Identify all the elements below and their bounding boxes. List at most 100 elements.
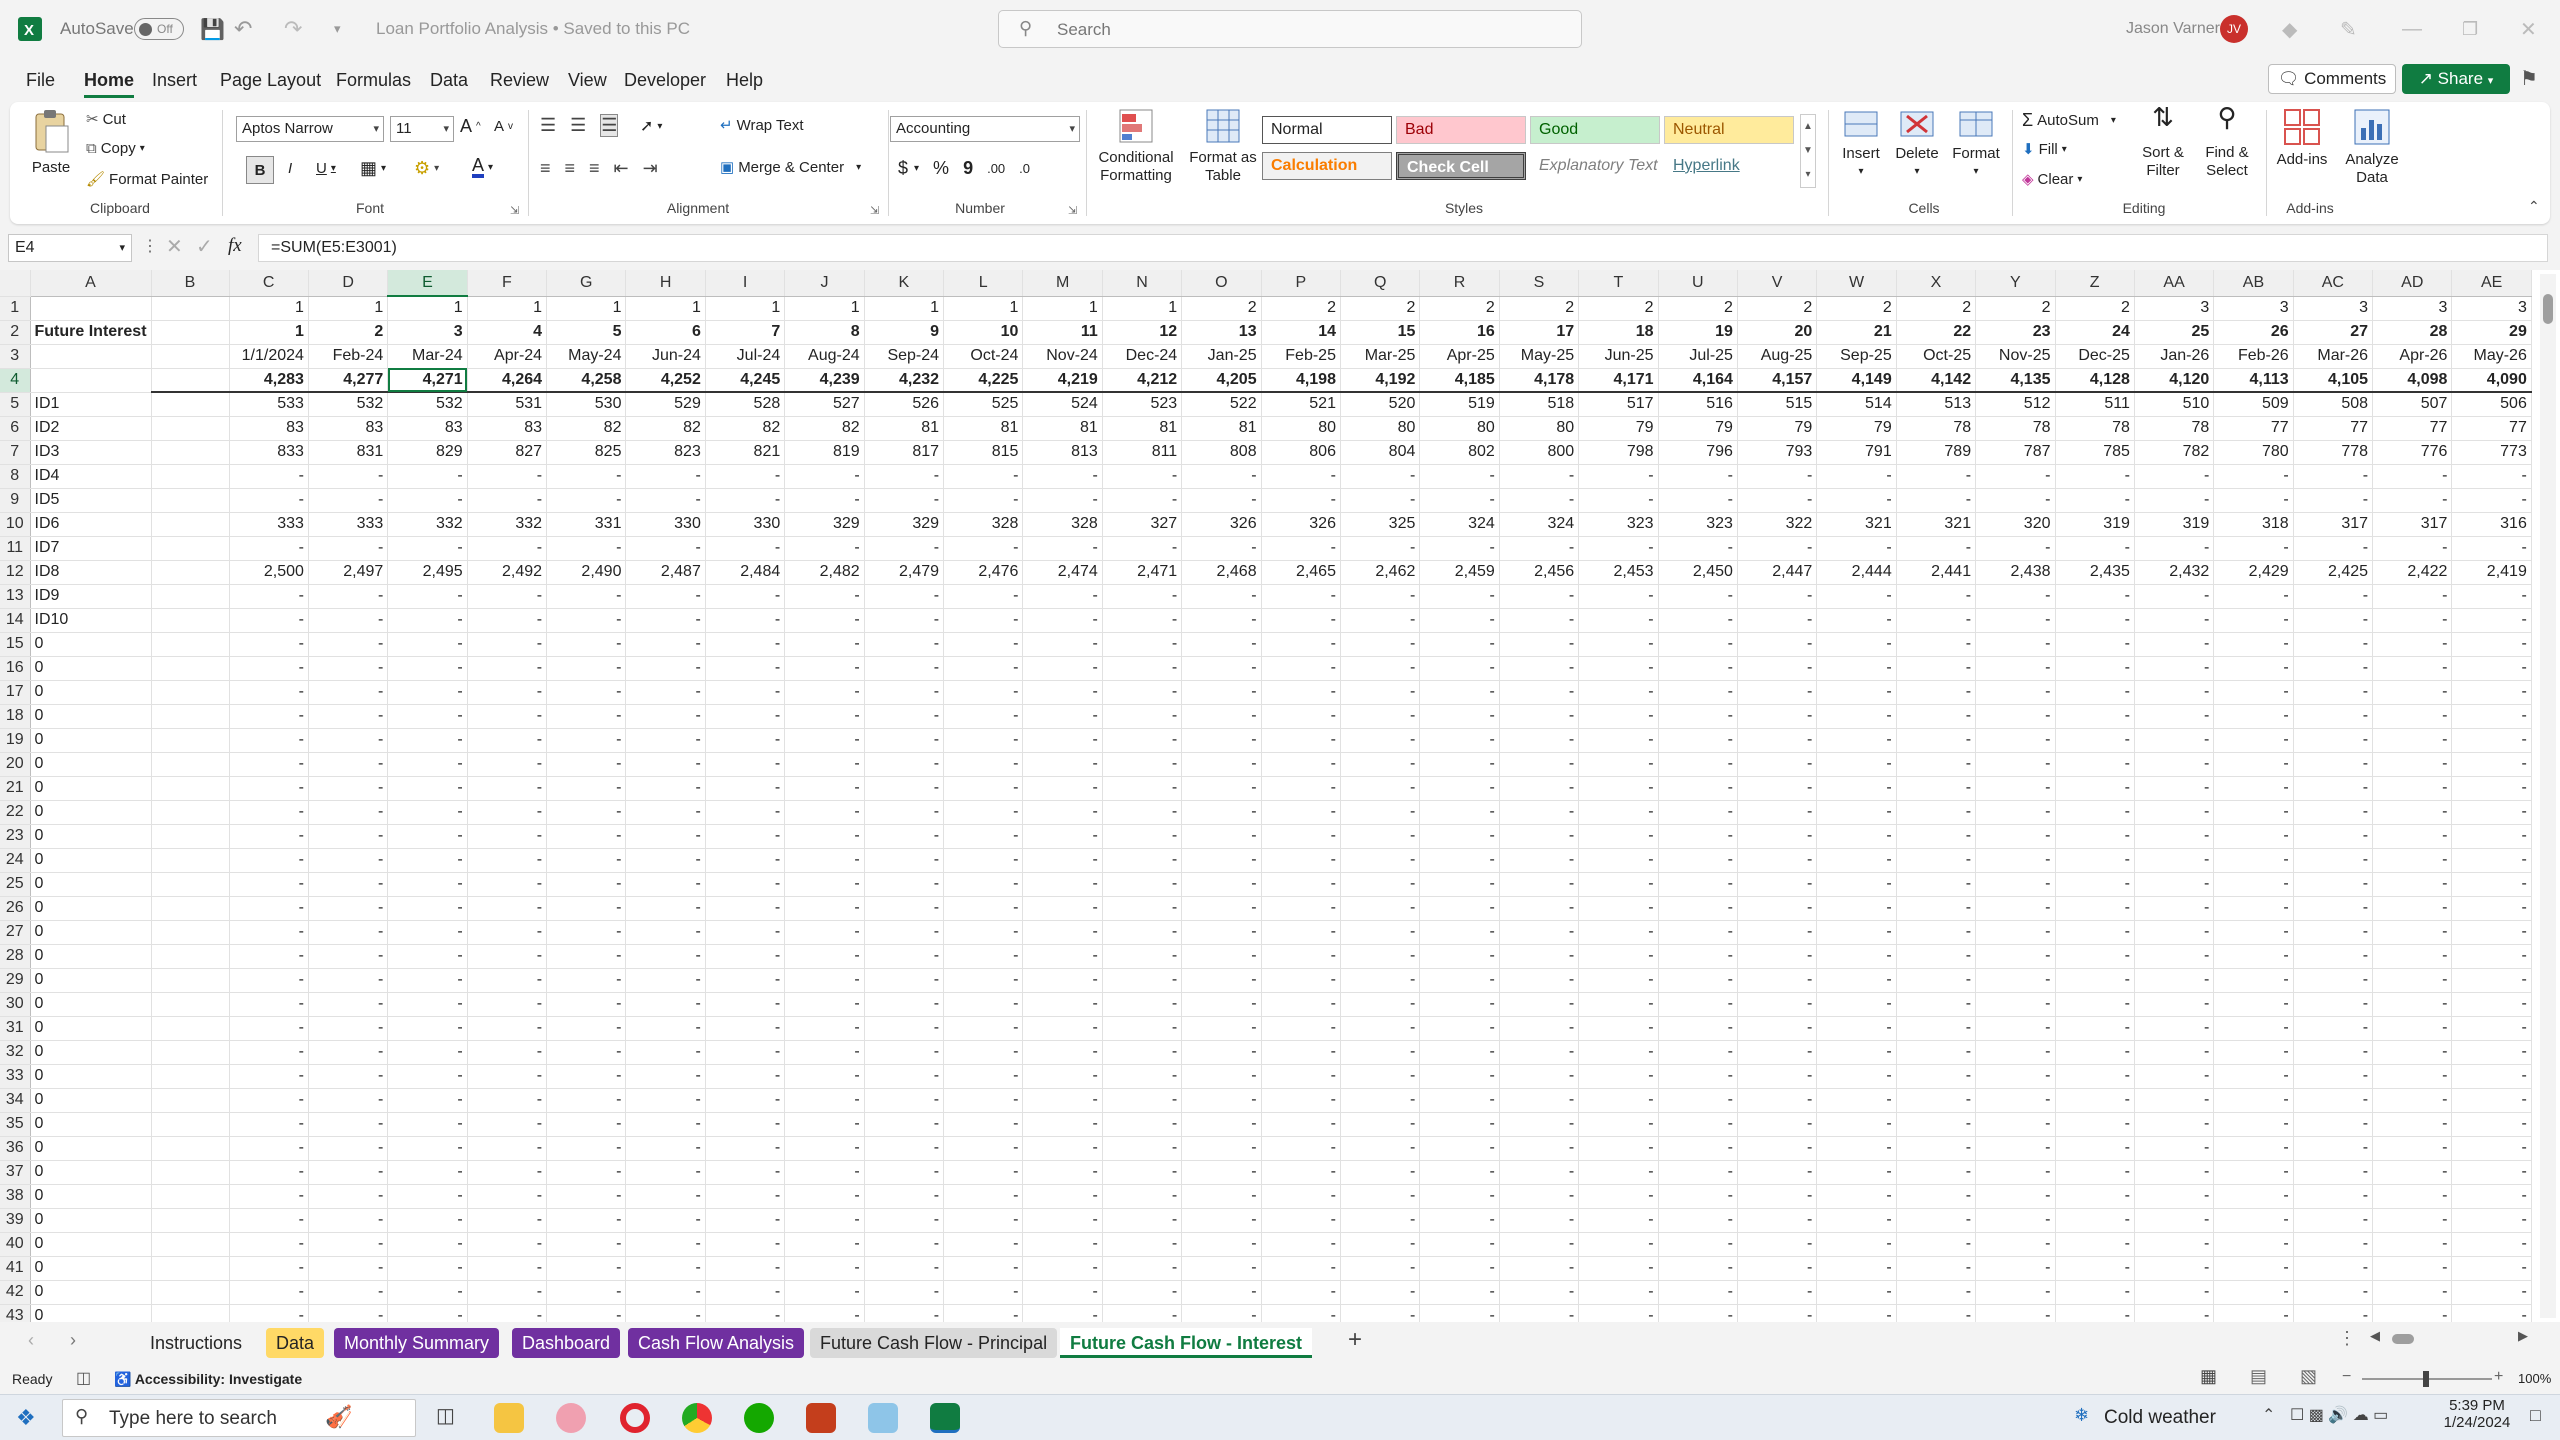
cell[interactable]: 331 bbox=[546, 512, 627, 537]
cell[interactable] bbox=[151, 896, 230, 921]
cell[interactable]: Future Interest bbox=[30, 320, 152, 345]
cell[interactable]: - bbox=[2372, 848, 2453, 873]
align-right-icon[interactable]: ≡ bbox=[589, 158, 600, 179]
cell[interactable]: - bbox=[229, 920, 309, 945]
cell[interactable]: - bbox=[784, 656, 865, 681]
cell[interactable]: - bbox=[467, 752, 548, 777]
cell[interactable]: - bbox=[2213, 992, 2294, 1017]
cell[interactable]: - bbox=[1737, 680, 1818, 705]
add-sheet-button[interactable]: + bbox=[1348, 1326, 1362, 1354]
cell[interactable]: - bbox=[1102, 1064, 1183, 1089]
cell[interactable]: - bbox=[308, 1256, 389, 1281]
cell[interactable]: - bbox=[1658, 464, 1738, 489]
cell[interactable]: - bbox=[1022, 680, 1103, 705]
conditional-formatting-button[interactable]: Conditional Formatting bbox=[1092, 108, 1180, 185]
undo-icon[interactable]: ↶ bbox=[234, 0, 252, 58]
row-header[interactable]: 42 bbox=[0, 1280, 31, 1305]
cell[interactable]: 2 bbox=[1499, 296, 1580, 321]
cell[interactable]: - bbox=[1658, 1304, 1738, 1322]
cell[interactable]: - bbox=[1419, 1304, 1500, 1322]
cell[interactable]: - bbox=[1022, 656, 1103, 681]
cell[interactable]: 0 bbox=[30, 1232, 152, 1257]
row-header[interactable]: 22 bbox=[0, 800, 31, 825]
cell[interactable] bbox=[151, 560, 230, 585]
cell[interactable]: - bbox=[1975, 464, 2056, 489]
cell[interactable]: - bbox=[705, 704, 786, 729]
cell[interactable]: - bbox=[1499, 800, 1580, 825]
cell[interactable]: 0 bbox=[30, 728, 152, 753]
cell[interactable]: 8 bbox=[784, 320, 865, 345]
cell[interactable]: 81 bbox=[1181, 416, 1262, 441]
cell[interactable]: - bbox=[2451, 752, 2532, 777]
menu-tab-help[interactable]: Help bbox=[726, 68, 763, 98]
save-icon[interactable]: 💾 bbox=[200, 0, 225, 58]
cell[interactable]: - bbox=[2213, 1112, 2294, 1137]
cell[interactable]: - bbox=[2293, 1136, 2374, 1161]
cell[interactable] bbox=[151, 656, 230, 681]
cell[interactable]: - bbox=[1737, 632, 1818, 657]
cell[interactable]: - bbox=[1340, 848, 1421, 873]
merge-center-button[interactable]: ▣ Merge & Center ▾ bbox=[720, 158, 861, 177]
cell[interactable]: - bbox=[387, 824, 468, 849]
cell[interactable]: - bbox=[784, 488, 865, 513]
cell[interactable]: - bbox=[2134, 1256, 2215, 1281]
cell[interactable]: - bbox=[1419, 536, 1500, 561]
cell[interactable]: - bbox=[1419, 1184, 1500, 1209]
cell[interactable]: - bbox=[1419, 632, 1500, 657]
cell[interactable]: 0 bbox=[30, 1064, 152, 1089]
cell[interactable]: - bbox=[2293, 944, 2374, 969]
cell[interactable]: - bbox=[2134, 1304, 2215, 1322]
cell[interactable]: - bbox=[546, 848, 627, 873]
cell[interactable]: - bbox=[2293, 464, 2374, 489]
cell[interactable]: - bbox=[2293, 1064, 2374, 1089]
cell[interactable]: 796 bbox=[1658, 440, 1738, 465]
cell[interactable]: - bbox=[784, 680, 865, 705]
cell[interactable]: - bbox=[1578, 656, 1659, 681]
cell[interactable]: - bbox=[2293, 1040, 2374, 1065]
cell[interactable]: 802 bbox=[1419, 440, 1500, 465]
cell[interactable]: Apr-24 bbox=[467, 344, 548, 369]
italic-button[interactable]: I bbox=[288, 160, 292, 177]
cell[interactable]: - bbox=[1340, 1304, 1421, 1322]
cell[interactable]: - bbox=[387, 1136, 468, 1161]
cell[interactable]: - bbox=[1261, 608, 1341, 633]
cell[interactable]: - bbox=[1816, 728, 1897, 753]
cell[interactable]: - bbox=[1419, 464, 1500, 489]
cell[interactable]: - bbox=[1737, 992, 1818, 1017]
cell[interactable]: - bbox=[1181, 752, 1262, 777]
underline-button[interactable]: U ▾ bbox=[316, 160, 336, 177]
cell[interactable]: - bbox=[864, 1184, 945, 1209]
column-header[interactable]: Z bbox=[2055, 270, 2135, 297]
cell[interactable]: - bbox=[1975, 1064, 2056, 1089]
cell[interactable]: - bbox=[1737, 920, 1818, 945]
column-header[interactable]: Y bbox=[1975, 270, 2056, 297]
cell[interactable]: - bbox=[1102, 1208, 1183, 1233]
cell[interactable]: - bbox=[1419, 1112, 1500, 1137]
cell[interactable]: - bbox=[1340, 968, 1421, 993]
cell[interactable]: - bbox=[943, 656, 1024, 681]
cell[interactable]: - bbox=[546, 1112, 627, 1137]
cell[interactable] bbox=[151, 488, 230, 513]
cell[interactable]: - bbox=[1340, 680, 1421, 705]
cell[interactable]: - bbox=[308, 1136, 389, 1161]
menu-tab-formulas[interactable]: Formulas bbox=[336, 68, 411, 98]
cell[interactable]: - bbox=[1896, 464, 1977, 489]
cell[interactable]: - bbox=[1181, 1208, 1262, 1233]
cell[interactable]: 80 bbox=[1261, 416, 1341, 441]
cell[interactable]: - bbox=[2451, 848, 2532, 873]
cell[interactable]: 4 bbox=[467, 320, 548, 345]
row-header[interactable]: 28 bbox=[0, 944, 31, 969]
cell[interactable]: - bbox=[1816, 1208, 1897, 1233]
cell[interactable]: 827 bbox=[467, 440, 548, 465]
cell[interactable]: - bbox=[625, 776, 706, 801]
cell[interactable]: - bbox=[1022, 824, 1103, 849]
menu-tab-page-layout[interactable]: Page Layout bbox=[220, 68, 321, 98]
cell[interactable]: - bbox=[467, 1256, 548, 1281]
row-header[interactable]: 25 bbox=[0, 872, 31, 897]
cell[interactable]: - bbox=[625, 1040, 706, 1065]
cell[interactable]: 2,438 bbox=[1975, 560, 2056, 585]
sheet-tab[interactable]: Instructions bbox=[140, 1328, 252, 1358]
cell[interactable]: - bbox=[1578, 824, 1659, 849]
cell[interactable]: - bbox=[546, 776, 627, 801]
cell[interactable]: - bbox=[2213, 1280, 2294, 1305]
